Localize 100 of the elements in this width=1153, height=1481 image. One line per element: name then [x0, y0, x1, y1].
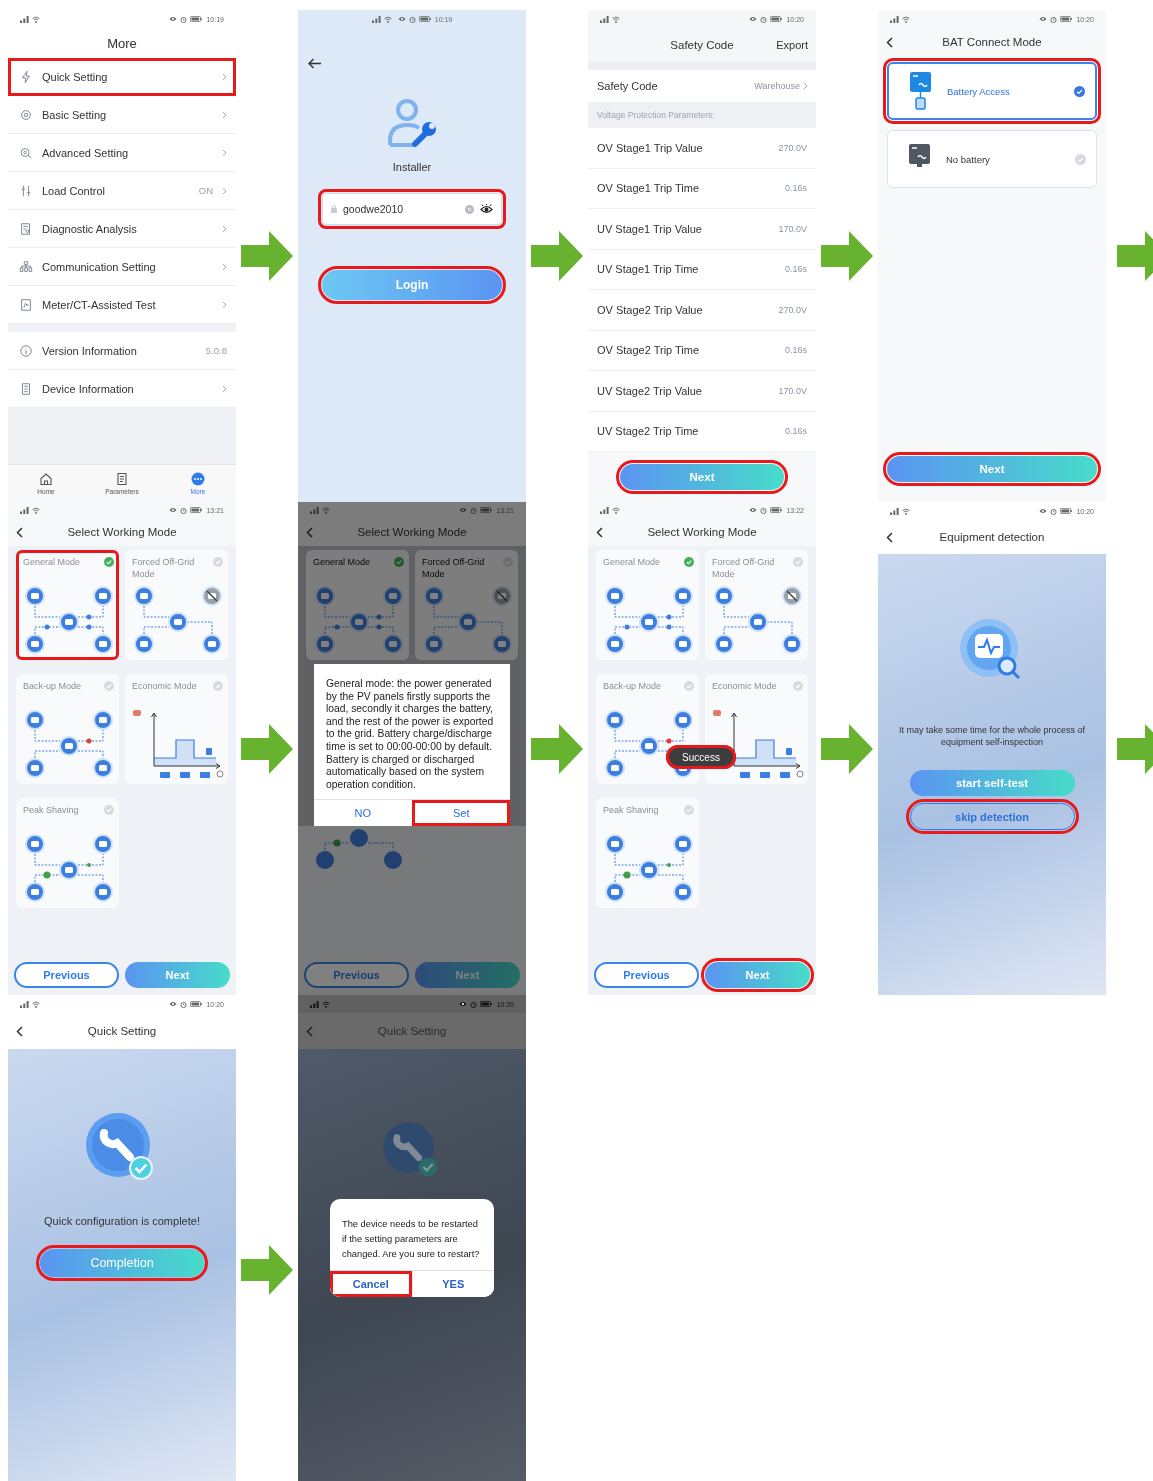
screen-title: Select Working Mode — [356, 526, 468, 538]
mode-name: Back-up Mode — [603, 680, 662, 692]
previous-button[interactable]: Previous — [304, 962, 409, 988]
wifi-icon — [612, 506, 620, 514]
battery-icon — [770, 507, 783, 513]
arrow-icon — [821, 723, 873, 774]
eye-icon — [749, 507, 758, 513]
password-input[interactable]: goodwe2010 — [343, 203, 459, 215]
battery-option[interactable]: No battery — [887, 130, 1097, 188]
start-self-test-button[interactable]: start self-test — [909, 770, 1075, 796]
signal-icon — [310, 1000, 319, 1008]
arrow-icon — [241, 723, 293, 774]
param-label: UV Stage1 Trip Time — [597, 263, 699, 276]
screen-title: Equipment detection — [938, 531, 1046, 543]
mode-card[interactable]: General Mode — [596, 550, 699, 660]
previous-button[interactable]: Previous — [14, 962, 119, 988]
alarm-icon — [760, 15, 768, 23]
mode-card[interactable]: Back-up Mode — [16, 674, 119, 784]
wifi-icon — [32, 15, 40, 23]
mode-card[interactable]: Peak Shaving — [596, 798, 699, 908]
menu-item[interactable]: Quick Setting — [8, 58, 236, 96]
option-label: Battery Access — [947, 85, 1011, 97]
wifi-icon — [32, 1000, 40, 1008]
signal-icon — [890, 15, 899, 23]
menu-item[interactable]: Basic Setting — [8, 96, 236, 134]
param-value: 170.0V — [778, 385, 807, 396]
signal-icon — [20, 506, 29, 514]
alarm-icon — [180, 15, 188, 23]
menu-item[interactable]: Advanced Setting — [8, 134, 236, 172]
mode-name: Economic Mode — [132, 680, 197, 692]
mode-card[interactable]: General Mode — [16, 550, 119, 660]
menu-item[interactable]: Load Control ON — [8, 172, 236, 210]
back-icon[interactable] — [886, 36, 893, 48]
back-icon[interactable] — [16, 526, 23, 538]
yes-button[interactable]: YES — [411, 1271, 494, 1297]
battery-icon — [480, 507, 493, 513]
arrow-icon — [241, 1245, 293, 1295]
param-value: 270.0V — [778, 304, 807, 315]
menu-label: Communication Setting — [42, 260, 157, 273]
battery-icon — [480, 1001, 493, 1007]
param-value: 0.16s — [784, 183, 807, 194]
network-icon — [19, 259, 33, 274]
menu-item[interactable]: Communication Setting — [8, 248, 236, 286]
alarm-icon — [408, 15, 416, 23]
mode-card[interactable]: General Mode — [306, 550, 409, 660]
back-icon[interactable] — [886, 531, 893, 543]
menu-item[interactable]: Diagnostic Analysis — [8, 210, 236, 248]
mode-card[interactable]: Forced Off-Grid Mode — [125, 550, 228, 660]
user-wrench-icon — [385, 97, 439, 149]
sliders-icon — [19, 183, 33, 198]
alarm-icon — [180, 1000, 188, 1008]
param-label: OV Stage1 Trip Value — [597, 141, 703, 154]
previous-button[interactable]: Previous — [594, 962, 699, 988]
signal-icon — [600, 506, 609, 514]
eye-icon[interactable] — [480, 204, 493, 214]
back-icon[interactable] — [596, 526, 603, 538]
export-link[interactable]: Export — [766, 39, 816, 51]
signal-icon — [371, 15, 381, 23]
wifi-icon — [612, 15, 620, 23]
menu-label: Diagnostic Analysis — [42, 222, 138, 235]
meter-icon — [19, 297, 33, 312]
param-label: UV Stage1 Trip Value — [597, 222, 702, 235]
mode-name: Forced Off-Grid Mode — [712, 556, 776, 580]
wifi-icon — [383, 15, 392, 23]
lock-icon — [331, 205, 337, 213]
mode-name: Peak Shaving — [23, 804, 79, 816]
mode-card[interactable]: Peak Shaving — [16, 798, 119, 908]
alarm-icon — [180, 506, 188, 514]
signal-icon — [20, 15, 29, 23]
screen-title: Safety Code — [669, 39, 735, 51]
set-button[interactable]: Set — [411, 800, 510, 827]
param-value: 170.0V — [778, 223, 807, 234]
back-icon[interactable] — [16, 1025, 23, 1037]
mode-name: Forced Off-Grid Mode — [422, 556, 486, 580]
wifi-icon — [322, 506, 330, 514]
battery-icon — [1060, 508, 1073, 514]
eye-icon — [1039, 16, 1048, 22]
dialog-text: The device needs to be restarted if the setting parameters are changed. Are you sure to restart? — [341, 1218, 481, 1261]
dialog-text: General mode: the power generated by the PV panels firstly supports the load, secondly it charges the battery, and the rest of the power is exported to the grid. Battery charge/discharge time is set to 00:00-00:00 by default. Battery is charged or discharged automatically based on the system operation condition. — [325, 677, 495, 792]
param-label: OV Stage2 Trip Value — [597, 303, 703, 316]
param-value: 0.16s — [784, 426, 807, 437]
mode-card[interactable]: Economic Mode — [125, 674, 228, 784]
signal-icon — [600, 15, 609, 23]
mode-card[interactable]: Forced Off-Grid Mode — [415, 550, 518, 660]
mode-name: Forced Off-Grid Mode — [132, 556, 196, 580]
chevron-icon — [803, 82, 808, 90]
alarm-icon — [470, 1000, 478, 1008]
battery-icon — [1060, 16, 1073, 22]
menu-label: Device Information — [42, 382, 135, 395]
cancel-button[interactable]: Cancel — [330, 1271, 412, 1297]
menu-item[interactable]: Version Information 5.0.8 — [8, 332, 236, 370]
arrow-icon — [531, 231, 583, 281]
eye-icon — [459, 1001, 468, 1007]
menu-label: Load Control — [42, 184, 106, 197]
mode-card[interactable]: Forced Off-Grid Mode — [705, 550, 808, 660]
menu-value: ON — [198, 185, 213, 196]
more-icon — [191, 472, 205, 486]
eye-icon — [397, 16, 406, 22]
back-arrow-icon[interactable] — [308, 58, 322, 69]
safety-code-row[interactable]: Safety Code Warehouse — [588, 70, 816, 102]
